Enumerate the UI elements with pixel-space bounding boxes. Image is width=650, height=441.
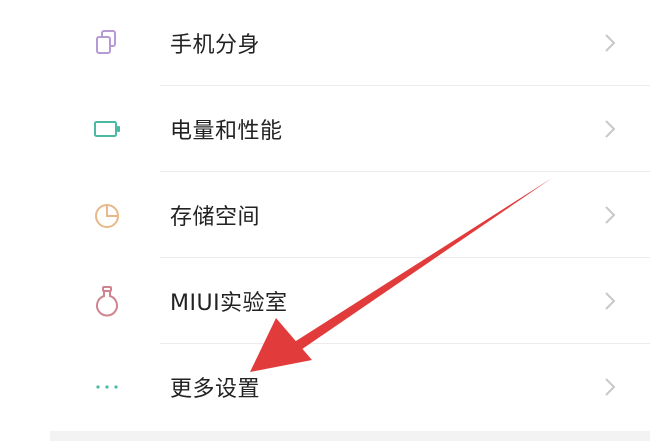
battery-icon <box>94 121 120 137</box>
settings-item-label: 手机分身 <box>170 33 261 58</box>
chevron-right-icon <box>605 206 616 224</box>
storage-pie-icon <box>95 204 119 228</box>
settings-item-label: MIUI实验室 <box>170 291 288 316</box>
dual-app-icon <box>96 30 116 54</box>
section-gap <box>50 431 650 441</box>
settings-item-label: 电量和性能 <box>170 119 283 144</box>
settings-item-label: 存储空间 <box>170 205 261 230</box>
chevron-right-icon <box>605 34 616 52</box>
settings-item-battery-performance[interactable]: 电量和性能 <box>0 86 650 172</box>
settings-item-label: 更多设置 <box>170 377 261 402</box>
settings-item-miui-lab[interactable]: MIUI实验室 <box>0 258 650 344</box>
chevron-right-icon <box>605 120 616 138</box>
chevron-right-icon <box>605 292 616 310</box>
chevron-right-icon <box>605 378 616 396</box>
settings-item-storage[interactable]: 存储空间 <box>0 172 650 258</box>
more-dots-icon <box>96 385 118 389</box>
settings-item-more-settings[interactable]: 更多设置 <box>0 344 650 430</box>
lab-flask-icon <box>96 286 118 317</box>
settings-item-dual-apps[interactable]: 手机分身 <box>0 0 650 86</box>
